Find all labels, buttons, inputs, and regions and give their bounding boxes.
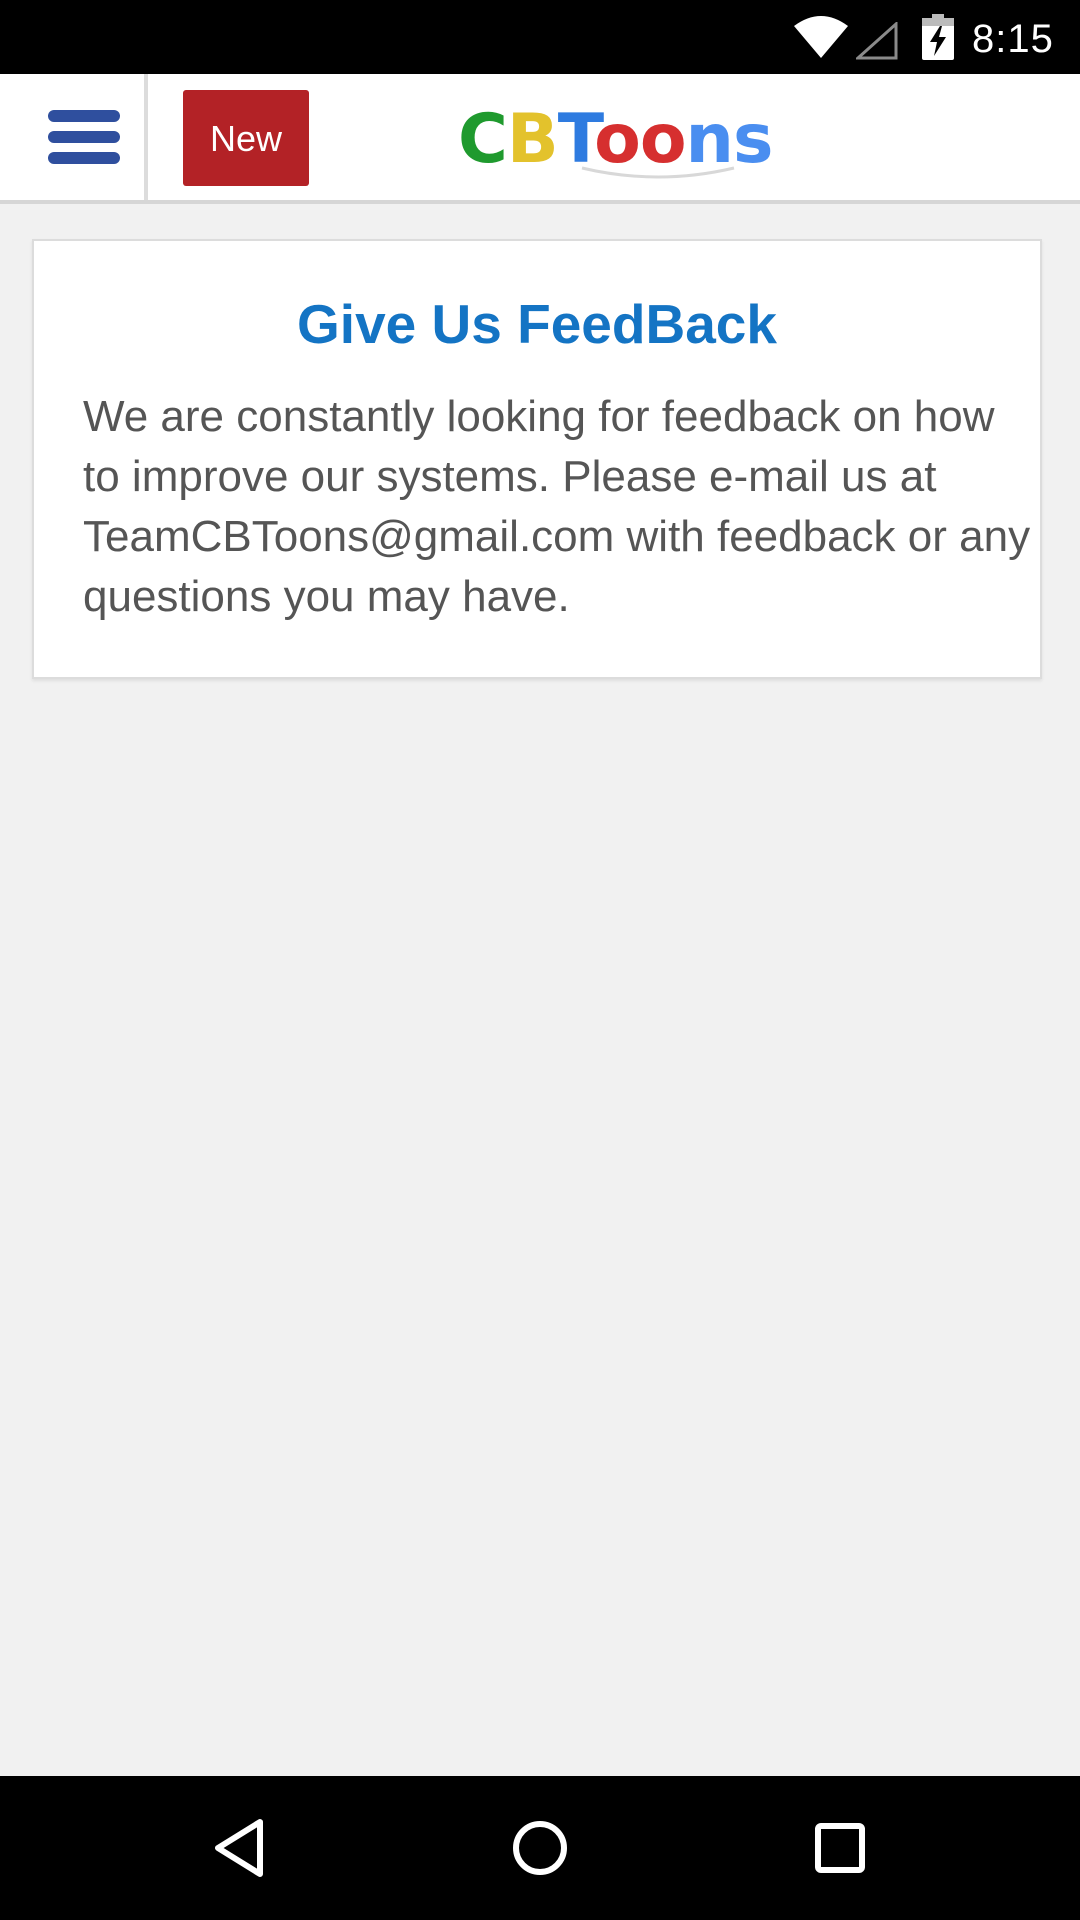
brand-logo[interactable]: CBToons <box>458 94 773 190</box>
feedback-card: Give Us FeedBack We are constantly looki… <box>32 239 1042 679</box>
back-icon[interactable] <box>206 1814 274 1882</box>
battery-charging-icon <box>922 14 954 60</box>
recents-icon[interactable] <box>806 1814 874 1882</box>
status-time: 8:15 <box>972 17 1054 61</box>
wifi-icon <box>794 16 848 58</box>
system-nav-bar <box>0 1776 1080 1920</box>
hamburger-menu-icon[interactable] <box>0 74 148 200</box>
logo-letter: B <box>506 100 559 179</box>
status-bar: 8:15 <box>0 0 1080 74</box>
menu-bar-middle <box>48 131 120 143</box>
app-header: New CBToons <box>0 74 1080 204</box>
logo-letter: C <box>458 100 508 179</box>
signal-icon <box>856 22 898 60</box>
feedback-body: We are constantly looking for feedback o… <box>83 392 1031 621</box>
new-button[interactable]: New <box>183 90 309 186</box>
logo-swoosh <box>581 166 735 179</box>
menu-bar-bottom <box>48 152 120 164</box>
logo-letter: s <box>732 100 773 179</box>
feedback-title: Give Us FeedBack <box>297 293 777 355</box>
home-icon[interactable] <box>506 1814 574 1882</box>
menu-bar-top <box>48 110 120 122</box>
